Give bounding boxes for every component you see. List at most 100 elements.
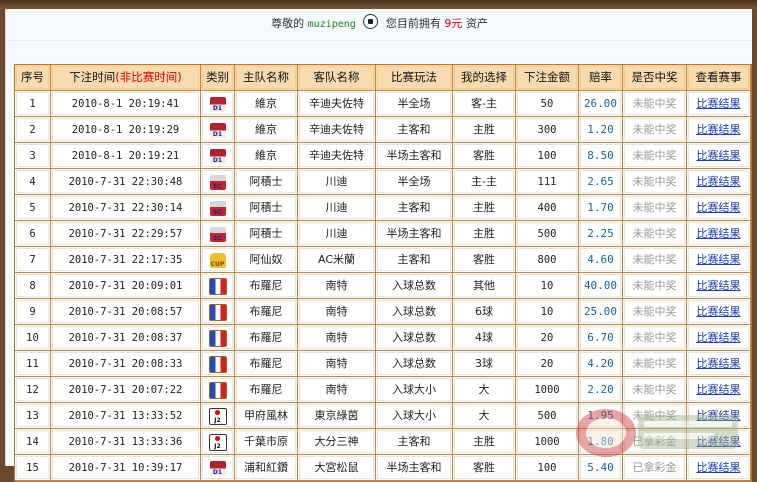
row-away-team-cell: 大分三神 [298,429,376,455]
row-view-result[interactable]: 比赛结果 [697,123,741,136]
row-view-result[interactable]: 比赛结果 [697,149,741,162]
row-my-choice: 主胜 [473,227,495,240]
row-home-team-cell: 浦和紅鑽 [235,455,298,481]
row-view-result[interactable]: 比赛结果 [697,227,741,240]
row-view-result[interactable]: 比赛结果 [697,279,741,292]
row-away-team-cell: 川迪 [298,221,376,247]
row-play-type-cell: 主客和 [376,429,453,455]
row-my-choice-cell: 3球 [453,351,516,377]
table-row: 10 2010-7-31 20:08:37 布羅尼 南特 入球总数 4球 20 6.70 未能中… [15,325,751,351]
row-odds: 2.20 [587,383,614,396]
row-seq: 6 [29,228,36,240]
row-view-result-cell[interactable]: 比赛结果 [687,273,751,299]
row-my-choice: 3球 [475,357,493,370]
right-frame-border [752,9,757,466]
row-play-type: 入球总数 [392,305,436,318]
row-odds-cell: 6.70 [579,325,623,351]
row-view-result[interactable]: 比赛结果 [697,357,741,370]
row-view-result[interactable]: 比赛结果 [697,175,741,188]
row-my-choice-cell: 主胜 [453,221,516,247]
row-away-team: 東京綠茵 [314,409,359,422]
row-home-team: 維京 [255,149,277,162]
row-win-status: 未能中奖 [632,97,677,110]
d1-league-icon: D1 [209,148,226,164]
row-view-result[interactable]: 比赛结果 [697,97,741,110]
row-my-choice-cell: 6球 [453,299,516,325]
row-bet-time: 2010-7-31 22:29:57 [68,228,183,240]
row-league-badge-cell: D1 [201,117,235,143]
row-away-team-cell: 南特 [298,351,376,377]
row-play-type: 入球大小 [392,383,436,396]
row-my-choice: 大 [478,383,490,396]
fr-league-icon [208,277,227,295]
row-bet-amount-cell: 400 [516,195,579,221]
row-view-result-cell[interactable]: 比赛结果 [687,247,751,273]
row-view-result-cell[interactable]: 比赛结果 [687,91,751,117]
greeting-text: 尊敬的 [271,17,305,30]
row-view-result-cell[interactable]: 比赛结果 [687,429,751,455]
row-play-type: 半全场 [397,175,431,188]
row-win-status: 未能中奖 [632,201,677,214]
row-away-team: 辛迪夫佐特 [309,123,364,136]
row-view-result[interactable]: 比赛结果 [697,201,741,214]
row-home-team: 甲府風林 [244,409,288,422]
row-view-result-cell[interactable]: 比赛结果 [687,351,751,377]
row-seq-cell: 3 [15,143,51,169]
row-away-team-cell: 南特 [298,273,376,299]
row-view-result-cell[interactable]: 比赛结果 [687,143,751,169]
row-bet-amount-cell: 1000 [516,429,579,455]
row-view-result-cell[interactable]: 比赛结果 [687,195,751,221]
row-view-result-cell[interactable]: 比赛结果 [687,403,751,429]
row-bet-amount: 100 [537,462,557,474]
row-seq-cell: 4 [15,169,51,195]
row-win-status: 已拿彩金 [632,435,677,448]
row-seq: 15 [26,462,39,474]
row-play-type-cell: 半场主客和 [376,221,453,247]
row-play-type-cell: 入球总数 [376,325,453,351]
row-win-status: 未能中奖 [632,175,677,188]
row-bet-time: 2010-7-31 20:09:01 [68,280,183,292]
row-view-result-cell[interactable]: 比赛结果 [687,117,751,143]
row-win-status: 未能中奖 [632,305,677,318]
row-play-type: 入球大小 [392,409,436,422]
row-play-type: 半场主客和 [386,227,442,240]
row-view-result[interactable]: 比赛结果 [697,305,741,318]
row-win-status-cell: 已拿彩金 [623,455,687,481]
row-bet-amount: 111 [537,176,557,188]
row-away-team-cell: 辛迪夫佐特 [298,91,376,117]
row-home-team: 千葉市原 [244,435,288,448]
row-bet-time: 2010-7-31 22:30:48 [68,176,183,188]
row-win-status-cell: 未能中奖 [623,377,687,403]
row-view-result[interactable]: 比赛结果 [697,253,741,266]
row-away-team: AC米蘭 [317,253,355,266]
row-view-result-cell[interactable]: 比赛结果 [687,455,751,481]
row-my-choice: 客胜 [473,253,495,266]
bet-history-panel: 尊敬的 muzipeng 您目前拥有 9元 资产 序号 下注时间(非比赛时间) … [5,9,754,482]
row-view-result-cell[interactable]: 比赛结果 [687,299,751,325]
row-odds-cell: 4.60 [579,247,623,273]
row-odds-cell: 2.20 [579,377,623,403]
row-view-result-cell[interactable]: 比赛结果 [687,221,751,247]
row-bet-time: 2010-7-31 13:33:36 [68,436,183,448]
row-bet-time-cell: 2010-7-31 22:29:57 [51,221,201,247]
row-my-choice-cell: 大 [453,377,516,403]
league-badge-label: J2 [214,442,221,450]
row-view-result[interactable]: 比赛结果 [697,461,741,474]
row-view-result[interactable]: 比赛结果 [697,409,741,422]
league-badge-label: D1 [212,130,223,138]
col-header-time-main: 下注时间 [69,70,116,84]
table-header: 序号 下注时间(非比赛时间) 类别 主队名称 客队名称 比赛玩法 我的选择 下注… [15,65,751,91]
row-bet-amount-cell: 111 [516,169,579,195]
row-my-choice: 主胜 [473,201,495,214]
row-view-result-cell[interactable]: 比赛结果 [687,377,751,403]
row-view-result[interactable]: 比赛结果 [697,331,741,344]
row-seq-cell: 1 [15,91,51,117]
row-view-result-cell[interactable]: 比赛结果 [687,169,751,195]
row-view-result[interactable]: 比赛结果 [697,383,741,396]
row-view-result-cell[interactable]: 比赛结果 [687,325,751,351]
league-badge-label: SC [213,208,222,216]
row-view-result[interactable]: 比赛结果 [697,435,741,448]
row-odds: 4.20 [587,357,614,370]
row-win-status: 未能中奖 [632,149,677,162]
row-my-choice-cell: 主胜 [453,195,516,221]
